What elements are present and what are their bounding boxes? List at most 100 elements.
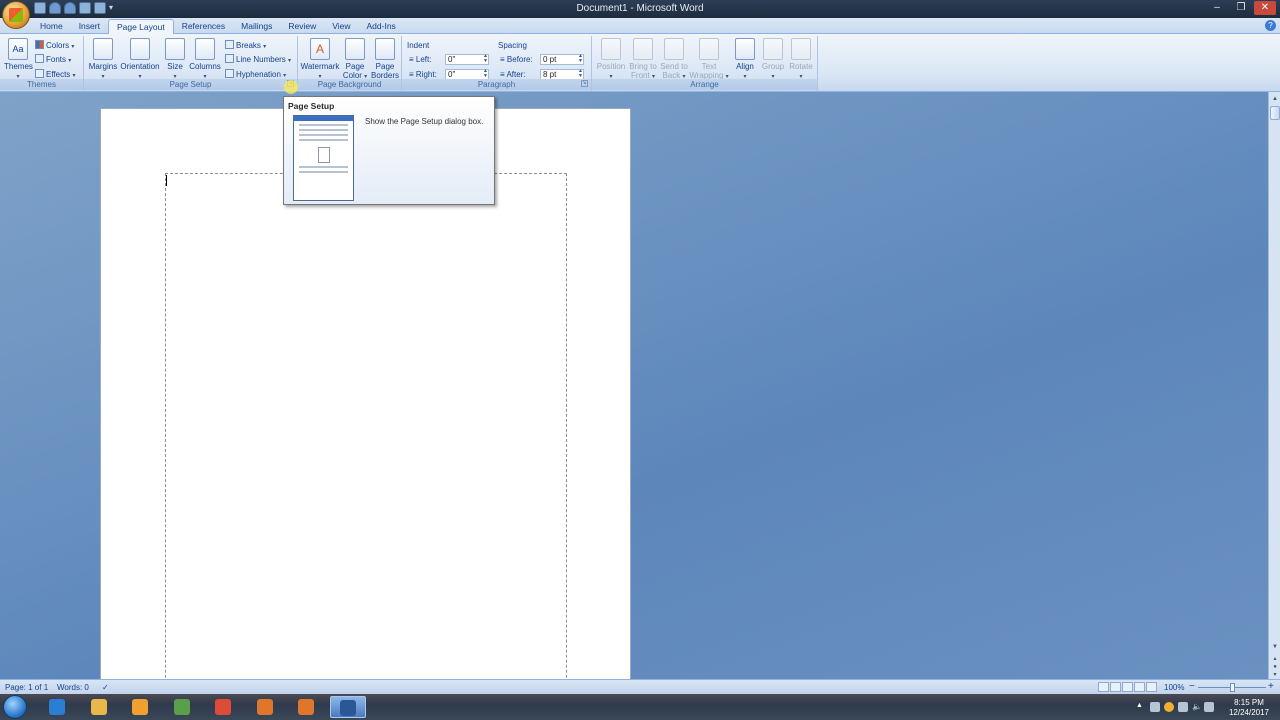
themes-button[interactable]: Aa Themes ▾ (4, 38, 33, 82)
zoom-slider-thumb[interactable] (1230, 683, 1235, 692)
restore-button[interactable]: ❐ (1230, 1, 1252, 15)
send-to-back-button[interactable]: Send to Back ▾ (658, 38, 690, 82)
action-center-icon[interactable] (1178, 702, 1188, 712)
themes-group-label: Themes (0, 79, 83, 90)
rotate-button[interactable]: Rotate ▾ (788, 38, 814, 82)
network-icon[interactable] (1204, 702, 1214, 712)
scroll-down-icon[interactable]: ▼ (1270, 642, 1280, 652)
tab-references[interactable]: References (174, 19, 233, 34)
colors-label: Colors (46, 41, 70, 50)
zoom-in-icon[interactable]: + (1268, 681, 1274, 692)
window-controls: – ❐ ✕ (1206, 1, 1276, 15)
watermark-button[interactable]: A Watermark ▾ (300, 38, 340, 82)
tab-home[interactable]: Home (32, 19, 71, 34)
chevron-down-icon: ▾ (263, 44, 267, 50)
show-hidden-icons-icon[interactable]: ▲ (1136, 702, 1146, 712)
tray-app-icon[interactable] (1150, 702, 1160, 712)
paragraph-group: Indent ≡ Left: 0" ▲ ▼ ≡ Right: 0" ▲ ▼ Spacin… (402, 36, 592, 91)
volume-icon[interactable]: 🔈 (1192, 702, 1202, 712)
scroll-up-icon[interactable]: ▲ (1270, 94, 1280, 104)
tab-review[interactable]: Review (280, 19, 324, 34)
ribbon-tabs: Home Insert Page Layout References Mailings R… (32, 19, 404, 34)
clock-time[interactable]: 8:15 PM (1224, 698, 1274, 707)
minimize-button[interactable]: – (1206, 1, 1228, 15)
word-count[interactable]: Words: 0 (57, 683, 89, 692)
align-button[interactable]: Align ▾ (732, 38, 758, 82)
tab-insert[interactable]: Insert (71, 19, 108, 34)
page-color-button[interactable]: Page Color ▾ (342, 38, 368, 82)
indent-left-text: Left: (415, 55, 432, 64)
zoom-out-icon[interactable]: − (1189, 681, 1195, 692)
taskbar-internet-explorer[interactable] (39, 696, 75, 718)
spacing-before-input[interactable]: 0 pt ▲ ▼ (540, 54, 584, 65)
zoom-level[interactable]: 100% (1164, 683, 1184, 692)
taskbar-app-orange-2[interactable] (288, 696, 324, 718)
office-button[interactable] (2, 1, 30, 29)
tray-update-icon[interactable] (1164, 702, 1174, 712)
bring-to-front-button[interactable]: Bring to Front ▾ (627, 38, 659, 82)
paragraph-dialog-launcher[interactable]: ↘ (581, 80, 588, 87)
draft-view-icon[interactable] (1146, 682, 1157, 692)
page-count[interactable]: Page: 1 of 1 (5, 683, 48, 692)
indent-right-value: 0" (448, 70, 456, 79)
line-numbers-button[interactable]: Line Numbers ▾ (225, 54, 291, 65)
scrollbar-thumb[interactable] (1270, 106, 1280, 120)
indent-left-input[interactable]: 0" ▲ ▼ (445, 54, 489, 65)
text-wrapping-icon (699, 38, 719, 60)
columns-button[interactable]: Columns ▾ (189, 38, 221, 82)
hyphenation-icon (225, 69, 234, 78)
spinner-icon[interactable]: ▲ ▼ (577, 54, 584, 65)
clock-date[interactable]: 12/24/2017 (1224, 708, 1274, 717)
indent-right-label: ≡ Right: (409, 70, 437, 79)
tab-page-layout[interactable]: Page Layout (107, 19, 174, 34)
colors-button[interactable]: Colors ▾ (35, 40, 74, 51)
tooltip-title: Page Setup (288, 101, 335, 111)
rotate-icon (791, 38, 811, 60)
full-screen-reading-view-icon[interactable] (1110, 682, 1121, 692)
taskbar-media-player[interactable] (122, 696, 158, 718)
page-borders-button[interactable]: Page Borders (370, 38, 400, 80)
columns-icon (195, 38, 215, 60)
spinner-icon[interactable]: ▲ ▼ (482, 54, 489, 65)
taskbar-chrome[interactable] (205, 696, 241, 718)
taskbar-word[interactable] (329, 696, 366, 718)
bring-to-front-icon (633, 38, 653, 60)
text-wrapping-label-1: Text (701, 62, 717, 71)
tab-mailings[interactable]: Mailings (233, 19, 280, 34)
margins-button[interactable]: Margins ▾ (88, 38, 118, 82)
indent-label: Indent (407, 41, 430, 50)
start-button[interactable] (3, 695, 27, 719)
text-cursor (166, 175, 167, 186)
tab-view[interactable]: View (324, 19, 358, 34)
size-button[interactable]: Size ▾ (164, 38, 186, 82)
document-area (0, 92, 1268, 679)
group-button[interactable]: Group ▾ (760, 38, 786, 82)
app-orange-2-icon (298, 699, 314, 715)
text-wrapping-button[interactable]: Text Wrapping ▾ (689, 38, 729, 82)
vertical-scrollbar[interactable]: ▲ ▼ ▴ ● ▾ (1268, 92, 1280, 679)
tab-add-ins[interactable]: Add-Ins (359, 19, 404, 34)
taskbar-app-orange-1[interactable] (247, 696, 283, 718)
group-icon (763, 38, 783, 60)
position-button[interactable]: Position ▾ (595, 38, 627, 82)
outline-view-icon[interactable] (1134, 682, 1145, 692)
orientation-button[interactable]: Orientation ▾ (119, 38, 161, 82)
taskbar-app-green[interactable] (164, 696, 200, 718)
themes-group: Aa Themes ▾ Colors ▾ Fonts ▾ Effects ▾ Th… (0, 36, 84, 91)
indent-left-label: ≡ Left: (409, 55, 431, 64)
close-button[interactable]: ✕ (1254, 1, 1276, 15)
breaks-button[interactable]: Breaks ▾ (225, 40, 266, 51)
tooltip-description: Show the Page Setup dialog box. (365, 117, 484, 126)
taskbar-file-explorer[interactable] (81, 696, 117, 718)
size-label: Size (167, 62, 183, 71)
spacing-after-text: After: (506, 70, 526, 79)
proofing-icon[interactable]: ✓ (102, 683, 109, 692)
help-icon[interactable]: ? (1265, 20, 1276, 31)
spacing-before-text: Before: (506, 55, 533, 64)
print-layout-view-icon[interactable] (1098, 682, 1109, 692)
page-setup-group-label: Page Setup (84, 79, 297, 90)
send-to-back-icon (664, 38, 684, 60)
web-layout-view-icon[interactable] (1122, 682, 1133, 692)
fonts-button[interactable]: Fonts ▾ (35, 54, 71, 65)
page-borders-icon (375, 38, 395, 60)
